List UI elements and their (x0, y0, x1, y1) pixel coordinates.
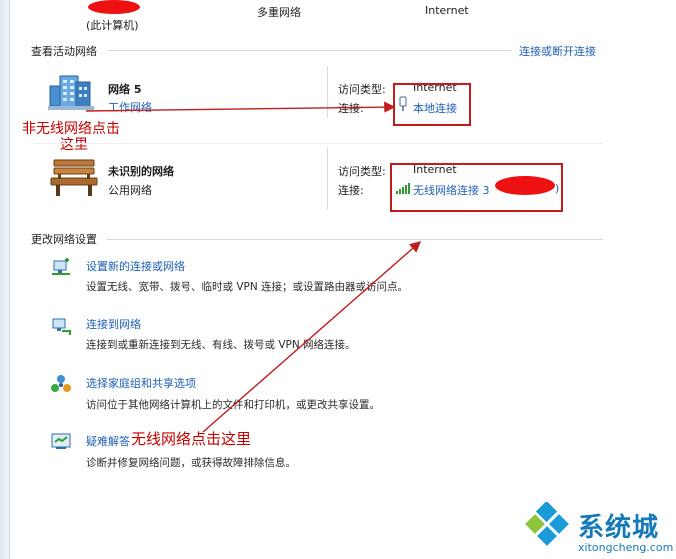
network-1-access-label: 访问类型: (338, 83, 386, 96)
change-settings-rule (106, 239, 603, 240)
connect-disconnect-link[interactable]: 连接或断开连接 (519, 43, 596, 59)
connect-network-icon (50, 315, 72, 337)
computer-sublabel: (此计算机) (86, 19, 139, 32)
troubleshoot-icon (50, 430, 72, 452)
task-new-connection-desc: 设置无线、宽带、拨号、临时或 VPN 连接；或设置路由器或访问点。 (86, 281, 409, 293)
network-separator (33, 143, 603, 144)
annotation-wireless: 无线网络点击这里 (131, 430, 252, 448)
task-homegroup-desc: 访问位于其他网络计算机上的文件和打印机，或更改共享设置。 (86, 399, 380, 411)
network-1-divider (327, 66, 328, 118)
park-bench-icon (48, 156, 100, 198)
task-connect-network-link[interactable]: 连接到网络 (86, 316, 141, 332)
network-2-access-label: 访问类型: (338, 165, 386, 178)
building-network-icon (48, 72, 98, 112)
task-homegroup-link[interactable]: 选择家庭组和共享选项 (86, 375, 196, 391)
task-troubleshoot-link[interactable]: 疑难解答 (86, 433, 130, 449)
active-networks-rule (108, 50, 512, 51)
highlight-box-wireless-connection (390, 163, 563, 212)
internet-label: Internet (425, 4, 469, 17)
network-2-divider (327, 148, 328, 210)
network-2-conn-label: 连接: (338, 184, 364, 197)
multi-network-label: 多重网络 (257, 6, 301, 19)
annotation-non-wireless-line1: 非无线网络点击 (22, 121, 120, 137)
task-new-connection-link[interactable]: 设置新的连接或网络 (86, 258, 185, 274)
task-connect-network-desc: 连接到或重新连接到无线、有线、拨号或 VPN 网络连接。 (86, 339, 356, 351)
network-2-type: 公用网络 (108, 184, 152, 197)
redacted-computer-name (88, 0, 140, 14)
active-networks-title: 查看活动网络 (31, 45, 97, 58)
task-troubleshoot-desc: 诊断并修复网络问题，或获得故障排除信息。 (86, 457, 296, 469)
new-connection-icon (50, 256, 72, 278)
network-1-name: 网络 5 (108, 83, 142, 96)
homegroup-icon (50, 373, 72, 395)
network-2-name: 未识别的网络 (108, 165, 174, 178)
highlight-box-local-connection (393, 83, 471, 126)
watermark-brand: 系统城 (578, 513, 660, 543)
network-1-conn-label: 连接: (338, 102, 364, 115)
watermark-url: xitongcheng.com (578, 541, 674, 554)
annotation-non-wireless-line2: 这里 (60, 137, 88, 153)
network-1-type-link[interactable]: 工作网络 (108, 99, 152, 115)
xitongcheng-logo-icon (524, 500, 570, 548)
window-left-edge (0, 0, 10, 559)
change-settings-title: 更改网络设置 (31, 233, 97, 246)
